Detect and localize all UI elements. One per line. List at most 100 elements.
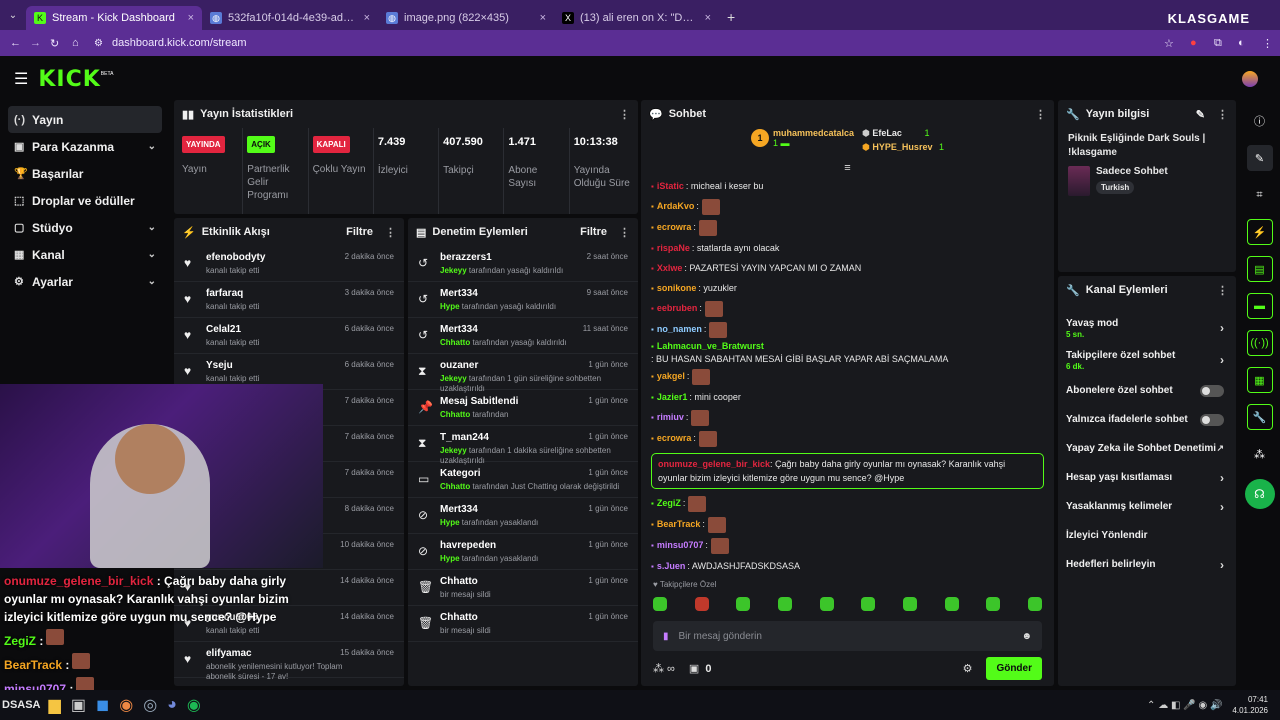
sidebar-item[interactable]: ⬚ Droplar ve ödüller xyxy=(8,187,162,214)
channel-action-item[interactable]: Takipçilere özel sohbet 6 dk. › xyxy=(1058,344,1236,376)
channel-action-item[interactable]: Yalnızca ifadelerle sohbet xyxy=(1058,405,1236,434)
channel-action-item[interactable]: Hedefleri belirleyin › xyxy=(1058,550,1236,579)
chat-settings-icon[interactable]: ⚙ xyxy=(963,662,973,675)
moderation-target[interactable]: Mert334 xyxy=(440,324,567,335)
activity-filter-button[interactable]: Filtre xyxy=(346,226,373,238)
chat-username[interactable]: BearTrack xyxy=(657,518,701,531)
sidebar-item[interactable]: ▢ Stüdyo ⌄ xyxy=(8,214,162,241)
notes-icon[interactable]: ▤ xyxy=(1246,256,1273,282)
sidebar-item[interactable]: ▦ Kanal ⌄ xyxy=(8,241,162,268)
channel-action-item[interactable]: Yavaş mod 5 sn. › xyxy=(1058,312,1236,344)
moderation-row[interactable]: ⧗ T_man244 Jekeyy tarafından 1 dakika süre… xyxy=(408,426,638,465)
back-icon[interactable]: ← xyxy=(10,37,30,49)
quick-emote-icon[interactable] xyxy=(902,597,917,611)
quick-emote-icon[interactable] xyxy=(861,597,876,611)
activity-row[interactable]: ♥ Celal21 kanalı takip etti 6 dakika önce xyxy=(174,318,404,354)
send-button[interactable]: Gönder xyxy=(986,657,1042,680)
sidebar-item[interactable]: 🏆 Başarılar xyxy=(8,160,162,187)
forward-icon[interactable]: → xyxy=(30,37,50,49)
quick-emote-icon[interactable] xyxy=(944,597,959,611)
extensions-puzzle-icon[interactable]: ⧉ xyxy=(1214,37,1238,50)
highlight-username[interactable]: onumuze_gelene_bir_kick xyxy=(658,459,770,469)
url-field[interactable]: dashboard.kick.com/stream xyxy=(112,37,247,49)
moderator-name[interactable]: Hype xyxy=(440,302,460,311)
emote-image[interactable] xyxy=(698,219,717,236)
site-info-icon[interactable]: ⚙ xyxy=(94,38,112,49)
chrome-icon[interactable]: ◉ xyxy=(119,695,133,715)
tab-close-icon[interactable]: × xyxy=(532,12,546,24)
chat-username[interactable]: Xxlwe xyxy=(657,262,683,275)
moderation-target[interactable]: Mert334 xyxy=(440,504,538,515)
moderator-name[interactable]: Jekeyy xyxy=(440,446,467,455)
moderation-row[interactable]: ⧗ ouzaner Jekeyy tarafından 1 gün süreliği… xyxy=(408,354,638,393)
chat-username[interactable]: ZegiZ xyxy=(657,497,681,510)
chat-username[interactable]: Lahmacun_ve_Bratwurst xyxy=(657,340,764,353)
wrench-tool-icon[interactable]: 🔧 xyxy=(1246,404,1273,430)
pinned-expand-icon[interactable]: ≡ xyxy=(641,162,1054,174)
browser-tab[interactable]: ◍ 532fa10f-014d-4e39-adc2-0568× xyxy=(202,6,378,30)
chat-username[interactable]: no_namen xyxy=(657,323,702,336)
outlook-icon[interactable]: ◼ xyxy=(96,695,109,715)
emote-image[interactable] xyxy=(688,495,707,512)
emote-image[interactable] xyxy=(701,198,720,215)
spotify-icon[interactable]: ◉ xyxy=(187,695,201,715)
chat-username[interactable]: iStatic xyxy=(657,180,684,193)
activity-row[interactable]: ♥ farfaraq kanalı takip etti 3 dakika önce xyxy=(174,282,404,318)
channel-action-item[interactable]: Yasaklanmış kelimeler › xyxy=(1058,492,1236,521)
moderation-row[interactable]: 🗑 Chhatto bir mesajı sildi 1 gün önce xyxy=(408,606,638,642)
channel-action-item[interactable]: Abonelere özel sohbet xyxy=(1058,376,1236,405)
activity-username[interactable]: efenobodyty xyxy=(206,252,265,263)
moderation-target[interactable]: Mesaj Sabitlendi xyxy=(440,396,518,407)
activity-row[interactable]: ♥ efenobodyty kanalı takip etti 2 dakika ön… xyxy=(174,246,404,282)
sidebar-item[interactable]: ⚙ Ayarlar ⌄ xyxy=(8,268,162,295)
moderator-name[interactable]: Jekeyy xyxy=(440,266,467,275)
emote-image[interactable] xyxy=(698,430,717,447)
moderation-target[interactable]: berazzers1 xyxy=(440,252,563,263)
clock[interactable]: 07:41 4.01.2026 xyxy=(1232,694,1268,716)
tab-close-icon[interactable]: × xyxy=(180,12,194,24)
quick-emote-icon[interactable] xyxy=(736,597,751,611)
bookmark-star-icon[interactable]: ☆ xyxy=(1164,37,1190,50)
support-headset-icon[interactable]: ☊ xyxy=(1244,479,1275,509)
moderation-target[interactable]: Chhatto xyxy=(440,576,491,587)
activity-username[interactable]: Celal21 xyxy=(206,324,259,335)
toggle-switch[interactable] xyxy=(1200,384,1224,397)
channel-actions-menu-icon[interactable]: ⋮ xyxy=(1217,284,1228,297)
quick-emote-icon[interactable] xyxy=(694,597,709,611)
category-thumbnail[interactable] xyxy=(1068,166,1090,196)
moderation-target[interactable]: havrepeden xyxy=(440,540,538,551)
activity-username[interactable]: farfaraq xyxy=(206,288,259,299)
lightning-icon[interactable]: ⚡ xyxy=(1246,219,1273,245)
stats-menu-icon[interactable]: ⋮ xyxy=(619,108,630,121)
category-name[interactable]: Sadece Sohbet xyxy=(1096,166,1168,177)
quick-emote-icon[interactable] xyxy=(1027,597,1042,611)
pencil-icon[interactable]: ✎ xyxy=(1246,145,1273,171)
emote-image[interactable] xyxy=(691,409,710,426)
gift-box-icon[interactable]: ▣ xyxy=(689,662,699,675)
tray-icons[interactable]: ⌃ ☁ ◧ 🎤 ◉ 🔊 xyxy=(1147,700,1222,711)
hamburger-menu-icon[interactable]: ☰ xyxy=(14,69,28,89)
toggle-switch[interactable] xyxy=(1200,413,1224,426)
store-icon[interactable]: ▣ xyxy=(71,695,86,715)
emote-image[interactable] xyxy=(704,300,723,317)
moderator-name[interactable]: Chhatto xyxy=(440,482,470,491)
moderator-name[interactable]: Chhatto xyxy=(440,410,470,419)
chat-input-box[interactable]: ▮ Bir mesaj gönderin ☻ xyxy=(653,621,1042,651)
points-icon[interactable]: ⁂ ∞ xyxy=(653,662,675,675)
moderation-row[interactable]: 🗑 Chhatto bir mesajı sildi 1 gün önce xyxy=(408,570,638,606)
chat-username[interactable]: ecrowra xyxy=(657,221,692,234)
chat-username[interactable]: rimiuv xyxy=(657,411,684,424)
moderator-name[interactable]: Chhatto xyxy=(440,338,470,347)
reload-icon[interactable]: ↻ xyxy=(50,37,72,50)
info-icon[interactable]: ⓘ xyxy=(1247,108,1273,134)
layout-icon[interactable]: ▦ xyxy=(1246,367,1273,393)
activity-menu-icon[interactable]: ⋮ xyxy=(385,226,396,239)
moderation-menu-icon[interactable]: ⋮ xyxy=(619,226,630,239)
moderation-target[interactable]: Chhatto xyxy=(440,612,491,623)
top-gifter-name[interactable]: EfeLac xyxy=(872,128,902,138)
new-tab-button[interactable]: + xyxy=(727,9,735,25)
quick-emote-icon[interactable] xyxy=(819,597,834,611)
mic-icon[interactable]: ▮ xyxy=(663,631,669,642)
top-gifter-1[interactable]: 1 muhammedcatalca 1 ▬ xyxy=(751,128,854,148)
tab-search-icon[interactable]: ⌄ xyxy=(0,0,26,30)
